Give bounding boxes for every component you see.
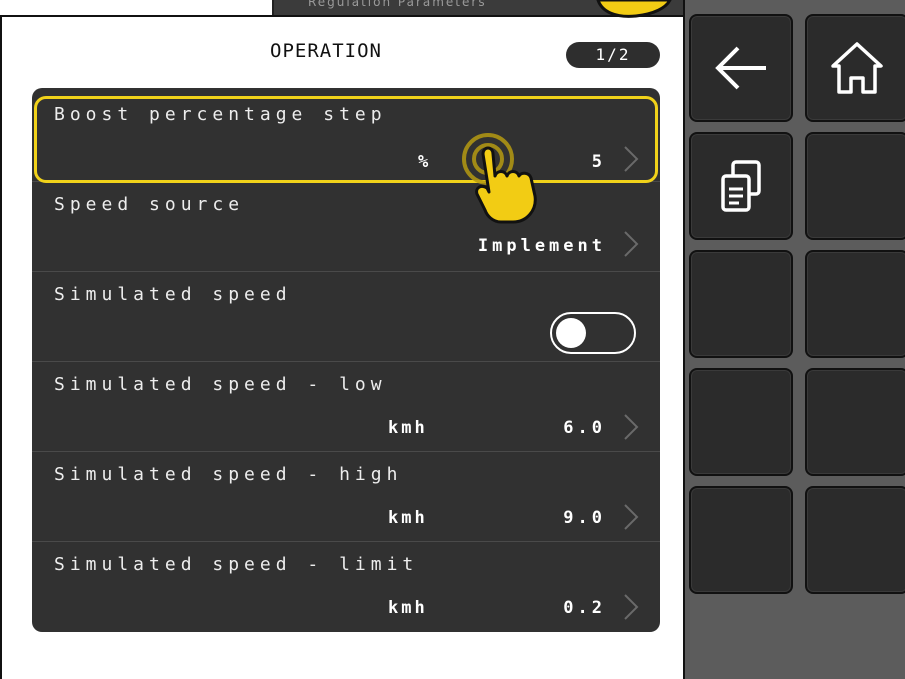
empty-button[interactable]: [689, 486, 793, 594]
page-title: OPERATION: [270, 40, 382, 62]
background-window-title: Regulation Parameters: [308, 0, 487, 9]
copy-button[interactable]: [689, 132, 793, 240]
row-label: Simulated speed - limit: [54, 554, 419, 575]
simulated-speed-toggle[interactable]: [550, 312, 636, 354]
toggle-knob: [556, 318, 586, 348]
row-value: 9.0: [563, 508, 606, 528]
row-value: 6.0: [563, 418, 606, 438]
empty-button[interactable]: [805, 486, 905, 594]
row-label: Speed source: [54, 194, 245, 215]
row-unit: kmh: [388, 598, 428, 618]
chevron-right-icon: [624, 504, 639, 530]
tap-hand-icon: [462, 133, 537, 224]
empty-button[interactable]: [805, 368, 905, 476]
row-simulated-speed-high[interactable]: Simulated speed - high kmh 9.0: [32, 452, 660, 542]
side-toolbar: [683, 0, 905, 679]
row-simulated-speed: Simulated speed: [32, 272, 660, 362]
empty-button[interactable]: [805, 250, 905, 358]
row-label: Simulated speed - low: [54, 374, 387, 395]
row-label: Simulated speed: [54, 284, 292, 305]
chevron-right-icon: [624, 414, 639, 440]
home-button[interactable]: [805, 14, 905, 122]
empty-button[interactable]: [689, 250, 793, 358]
copy-icon: [721, 160, 761, 212]
row-value: Implement: [477, 236, 606, 256]
chevron-right-icon: [624, 594, 639, 620]
empty-button[interactable]: [689, 368, 793, 476]
row-unit: kmh: [388, 418, 428, 438]
home-icon: [831, 42, 883, 94]
row-simulated-speed-low[interactable]: Simulated speed - low kmh 6.0: [32, 362, 660, 452]
row-unit: kmh: [388, 508, 428, 528]
row-label: Simulated speed - high: [54, 464, 403, 485]
tap-hand-top-icon: [596, 0, 672, 18]
back-button[interactable]: [689, 14, 793, 122]
row-simulated-speed-limit[interactable]: Simulated speed - limit kmh 0.2: [32, 542, 660, 632]
empty-button[interactable]: [805, 132, 905, 240]
row-value: 0.2: [563, 598, 606, 618]
chevron-right-icon: [624, 231, 639, 257]
back-arrow-icon: [715, 46, 766, 90]
page-indicator[interactable]: 1/2: [566, 42, 660, 68]
